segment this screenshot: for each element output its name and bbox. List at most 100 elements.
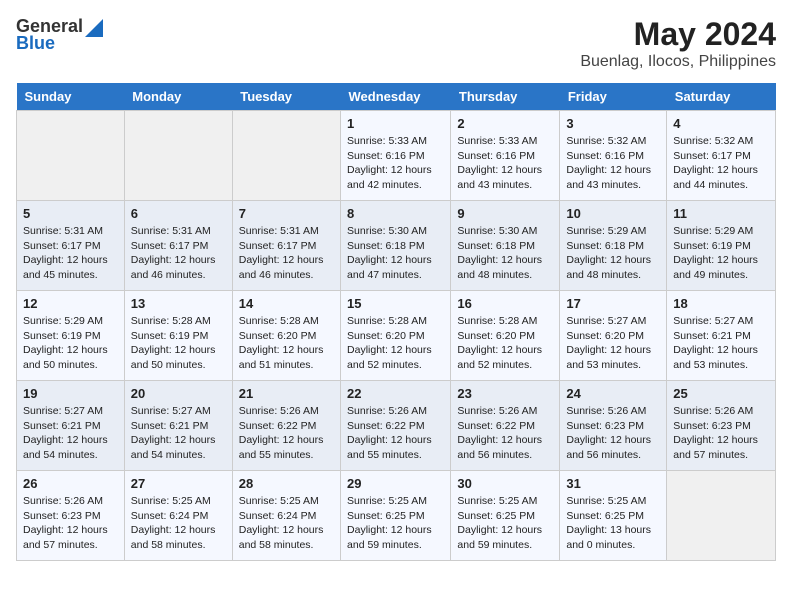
calendar-cell: 12 Sunrise: 5:29 AM Sunset: 6:19 PM Dayli… bbox=[17, 291, 125, 381]
calendar-day-header: Monday bbox=[124, 83, 232, 111]
calendar-cell bbox=[667, 471, 776, 561]
day-number: 11 bbox=[673, 206, 769, 221]
day-info: Sunrise: 5:25 AM Sunset: 6:24 PM Dayligh… bbox=[239, 494, 334, 553]
page-title: May 2024 bbox=[580, 16, 776, 53]
calendar-cell: 2 Sunrise: 5:33 AM Sunset: 6:16 PM Daylig… bbox=[451, 111, 560, 201]
day-number: 9 bbox=[457, 206, 553, 221]
calendar-day-header: Saturday bbox=[667, 83, 776, 111]
day-info: Sunrise: 5:32 AM Sunset: 6:17 PM Dayligh… bbox=[673, 134, 769, 193]
calendar-cell: 15Sunrise: 5:28 AM Sunset: 6:20 PM Dayli… bbox=[341, 291, 451, 381]
day-number: 2 bbox=[457, 116, 553, 131]
calendar-cell: 5Sunrise: 5:31 AM Sunset: 6:17 PM Daylig… bbox=[17, 201, 125, 291]
calendar-day-header: Tuesday bbox=[232, 83, 340, 111]
calendar-cell: 9 Sunrise: 5:30 AM Sunset: 6:18 PM Daylig… bbox=[451, 201, 560, 291]
day-info: Sunrise: 5:27 AM Sunset: 6:20 PM Dayligh… bbox=[566, 314, 660, 373]
day-info: Sunrise: 5:29 AM Sunset: 6:19 PM Dayligh… bbox=[23, 314, 118, 373]
calendar-cell: 18Sunrise: 5:27 AM Sunset: 6:21 PM Dayli… bbox=[667, 291, 776, 381]
day-number: 28 bbox=[239, 476, 334, 491]
day-number: 19 bbox=[23, 386, 118, 401]
logo: General Blue bbox=[16, 16, 103, 54]
calendar-cell: 30Sunrise: 5:25 AM Sunset: 6:25 PM Dayli… bbox=[451, 471, 560, 561]
day-number: 24 bbox=[566, 386, 660, 401]
day-info: Sunrise: 5:26 AM Sunset: 6:22 PM Dayligh… bbox=[239, 404, 334, 463]
calendar-cell bbox=[17, 111, 125, 201]
day-info: Sunrise: 5:28 AM Sunset: 6:20 PM Dayligh… bbox=[457, 314, 553, 373]
calendar-day-header: Wednesday bbox=[341, 83, 451, 111]
day-number: 16 bbox=[457, 296, 553, 311]
day-number: 17 bbox=[566, 296, 660, 311]
day-info: Sunrise: 5:25 AM Sunset: 6:25 PM Dayligh… bbox=[347, 494, 444, 553]
day-info: Sunrise: 5:30 AM Sunset: 6:18 PM Dayligh… bbox=[457, 224, 553, 283]
day-info: Sunrise: 5:31 AM Sunset: 6:17 PM Dayligh… bbox=[23, 224, 118, 283]
day-number: 6 bbox=[131, 206, 226, 221]
calendar-week-row: 5Sunrise: 5:31 AM Sunset: 6:17 PM Daylig… bbox=[17, 201, 776, 291]
day-info: Sunrise: 5:26 AM Sunset: 6:23 PM Dayligh… bbox=[673, 404, 769, 463]
calendar-cell: 23 Sunrise: 5:26 AM Sunset: 6:22 PM Dayli… bbox=[451, 381, 560, 471]
page-header: General Blue May 2024 Buenlag, Ilocos, P… bbox=[16, 16, 776, 71]
day-info: Sunrise: 5:27 AM Sunset: 6:21 PM Dayligh… bbox=[131, 404, 226, 463]
day-info: Sunrise: 5:26 AM Sunset: 6:22 PM Dayligh… bbox=[347, 404, 444, 463]
day-info: Sunrise: 5:29 AM Sunset: 6:18 PM Dayligh… bbox=[566, 224, 660, 283]
calendar-cell: 11Sunrise: 5:29 AM Sunset: 6:19 PM Dayli… bbox=[667, 201, 776, 291]
calendar-cell: 29 Sunrise: 5:25 AM Sunset: 6:25 PM Dayli… bbox=[341, 471, 451, 561]
day-number: 21 bbox=[239, 386, 334, 401]
day-number: 23 bbox=[457, 386, 553, 401]
calendar-cell: 19 Sunrise: 5:27 AM Sunset: 6:21 PM Dayli… bbox=[17, 381, 125, 471]
calendar-day-header: Thursday bbox=[451, 83, 560, 111]
day-number: 8 bbox=[347, 206, 444, 221]
calendar-cell: 6 Sunrise: 5:31 AM Sunset: 6:17 PM Daylig… bbox=[124, 201, 232, 291]
calendar-cell: 25 Sunrise: 5:26 AM Sunset: 6:23 PM Dayli… bbox=[667, 381, 776, 471]
calendar-week-row: 1Sunrise: 5:33 AM Sunset: 6:16 PM Daylig… bbox=[17, 111, 776, 201]
day-info: Sunrise: 5:33 AM Sunset: 6:16 PM Dayligh… bbox=[347, 134, 444, 193]
day-info: Sunrise: 5:33 AM Sunset: 6:16 PM Dayligh… bbox=[457, 134, 553, 193]
day-info: Sunrise: 5:25 AM Sunset: 6:25 PM Dayligh… bbox=[566, 494, 660, 553]
calendar-cell: 26Sunrise: 5:26 AM Sunset: 6:23 PM Dayli… bbox=[17, 471, 125, 561]
day-info: Sunrise: 5:28 AM Sunset: 6:19 PM Dayligh… bbox=[131, 314, 226, 373]
calendar-cell: 27 Sunrise: 5:25 AM Sunset: 6:24 PM Dayli… bbox=[124, 471, 232, 561]
day-number: 22 bbox=[347, 386, 444, 401]
calendar-cell: 28 Sunrise: 5:25 AM Sunset: 6:24 PM Dayli… bbox=[232, 471, 340, 561]
day-info: Sunrise: 5:27 AM Sunset: 6:21 PM Dayligh… bbox=[23, 404, 118, 463]
calendar-cell: 22 Sunrise: 5:26 AM Sunset: 6:22 PM Dayli… bbox=[341, 381, 451, 471]
day-number: 13 bbox=[131, 296, 226, 311]
day-info: Sunrise: 5:26 AM Sunset: 6:23 PM Dayligh… bbox=[23, 494, 118, 553]
day-number: 20 bbox=[131, 386, 226, 401]
day-info: Sunrise: 5:31 AM Sunset: 6:17 PM Dayligh… bbox=[131, 224, 226, 283]
page-subtitle: Buenlag, Ilocos, Philippines bbox=[580, 53, 776, 71]
day-number: 18 bbox=[673, 296, 769, 311]
calendar-cell: 20 Sunrise: 5:27 AM Sunset: 6:21 PM Dayli… bbox=[124, 381, 232, 471]
day-number: 29 bbox=[347, 476, 444, 491]
calendar-header-row: SundayMondayTuesdayWednesdayThursdayFrid… bbox=[17, 83, 776, 111]
day-info: Sunrise: 5:26 AM Sunset: 6:23 PM Dayligh… bbox=[566, 404, 660, 463]
calendar-cell: 13 Sunrise: 5:28 AM Sunset: 6:19 PM Dayli… bbox=[124, 291, 232, 381]
day-info: Sunrise: 5:26 AM Sunset: 6:22 PM Dayligh… bbox=[457, 404, 553, 463]
calendar-cell: 7Sunrise: 5:31 AM Sunset: 6:17 PM Daylig… bbox=[232, 201, 340, 291]
calendar-table: SundayMondayTuesdayWednesdayThursdayFrid… bbox=[16, 83, 776, 561]
calendar-cell: 31 Sunrise: 5:25 AM Sunset: 6:25 PM Dayli… bbox=[560, 471, 667, 561]
calendar-week-row: 26Sunrise: 5:26 AM Sunset: 6:23 PM Dayli… bbox=[17, 471, 776, 561]
calendar-cell: 17 Sunrise: 5:27 AM Sunset: 6:20 PM Dayli… bbox=[560, 291, 667, 381]
day-info: Sunrise: 5:31 AM Sunset: 6:17 PM Dayligh… bbox=[239, 224, 334, 283]
calendar-week-row: 19 Sunrise: 5:27 AM Sunset: 6:21 PM Dayli… bbox=[17, 381, 776, 471]
calendar-cell: 16 Sunrise: 5:28 AM Sunset: 6:20 PM Dayli… bbox=[451, 291, 560, 381]
day-info: Sunrise: 5:25 AM Sunset: 6:24 PM Dayligh… bbox=[131, 494, 226, 553]
calendar-cell: 21 Sunrise: 5:26 AM Sunset: 6:22 PM Dayli… bbox=[232, 381, 340, 471]
day-number: 27 bbox=[131, 476, 226, 491]
calendar-cell: 3Sunrise: 5:32 AM Sunset: 6:16 PM Daylig… bbox=[560, 111, 667, 201]
day-number: 10 bbox=[566, 206, 660, 221]
logo-arrow-icon bbox=[85, 19, 103, 37]
day-number: 12 bbox=[23, 296, 118, 311]
day-number: 25 bbox=[673, 386, 769, 401]
calendar-cell: 24 Sunrise: 5:26 AM Sunset: 6:23 PM Dayli… bbox=[560, 381, 667, 471]
calendar-day-header: Sunday bbox=[17, 83, 125, 111]
day-number: 31 bbox=[566, 476, 660, 491]
day-number: 4 bbox=[673, 116, 769, 131]
calendar-day-header: Friday bbox=[560, 83, 667, 111]
title-block: May 2024 Buenlag, Ilocos, Philippines bbox=[580, 16, 776, 71]
day-info: Sunrise: 5:28 AM Sunset: 6:20 PM Dayligh… bbox=[347, 314, 444, 373]
calendar-week-row: 12 Sunrise: 5:29 AM Sunset: 6:19 PM Dayli… bbox=[17, 291, 776, 381]
day-number: 3 bbox=[566, 116, 660, 131]
calendar-cell bbox=[232, 111, 340, 201]
day-info: Sunrise: 5:25 AM Sunset: 6:25 PM Dayligh… bbox=[457, 494, 553, 553]
day-info: Sunrise: 5:30 AM Sunset: 6:18 PM Dayligh… bbox=[347, 224, 444, 283]
